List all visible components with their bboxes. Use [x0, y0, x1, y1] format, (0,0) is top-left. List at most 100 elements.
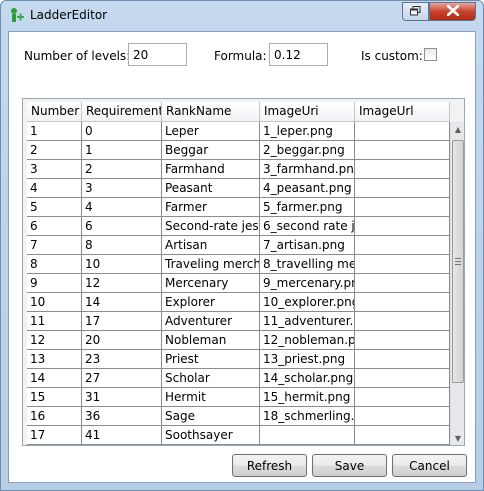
- cell-number[interactable]: 11: [27, 312, 82, 331]
- cell-imageurl[interactable]: [355, 179, 450, 198]
- refresh-button[interactable]: Refresh: [232, 454, 307, 477]
- cell-rankname[interactable]: Hermit: [162, 388, 260, 407]
- restore-button[interactable]: [402, 2, 429, 21]
- cell-requirement[interactable]: 23: [82, 350, 162, 369]
- cell-requirement[interactable]: 41: [82, 426, 162, 445]
- cell-requirement[interactable]: 1: [82, 141, 162, 160]
- cell-imageuri[interactable]: 15_hermit.png: [260, 388, 355, 407]
- table-row[interactable]: 810Traveling mercha8_travelling merc: [27, 255, 450, 274]
- cell-rankname[interactable]: Priest: [162, 350, 260, 369]
- cancel-button[interactable]: Cancel: [392, 454, 467, 477]
- cell-requirement[interactable]: 6: [82, 217, 162, 236]
- cell-imageuri[interactable]: [260, 426, 355, 445]
- cell-imageurl[interactable]: [355, 236, 450, 255]
- cell-rankname[interactable]: Peasant: [162, 179, 260, 198]
- table-row[interactable]: 2 1 Beggar 2_beggar.png: [27, 141, 450, 160]
- cell-imageurl[interactable]: [355, 255, 450, 274]
- cell-number[interactable]: 2: [27, 141, 82, 160]
- cell-requirement[interactable]: 17: [82, 312, 162, 331]
- chevron-up-icon[interactable]: ▲: [451, 122, 464, 136]
- cell-imageuri[interactable]: 9_mercenary.pnc: [260, 274, 355, 293]
- cell-imageuri[interactable]: 13_priest.png: [260, 350, 355, 369]
- column-header-imageurl[interactable]: ImageUrl: [355, 102, 450, 122]
- levels-input[interactable]: [128, 43, 187, 66]
- cell-imageuri[interactable]: 1_leper.png: [260, 122, 355, 141]
- cell-imageurl[interactable]: [355, 407, 450, 426]
- cell-number[interactable]: 8: [27, 255, 82, 274]
- table-row[interactable]: 10 14 Explorer 10_explorer.png: [27, 293, 450, 312]
- cell-imageurl[interactable]: [355, 350, 450, 369]
- column-header-requirement[interactable]: Requirement: [82, 102, 162, 122]
- cell-rankname[interactable]: Explorer: [162, 293, 260, 312]
- cell-requirement[interactable]: 14: [82, 293, 162, 312]
- table-row[interactable]: 14 27 Scholar 14_scholar.png: [27, 369, 450, 388]
- save-button[interactable]: Save: [312, 454, 387, 477]
- table-row[interactable]: 13 23 Priest 13_priest.png: [27, 350, 450, 369]
- cell-rankname[interactable]: Beggar: [162, 141, 260, 160]
- cell-imageurl[interactable]: [355, 217, 450, 236]
- cell-rankname[interactable]: Mercenary: [162, 274, 260, 293]
- table-row[interactable]: 1636Sage18_schmerling.pr: [27, 407, 450, 426]
- cell-number[interactable]: 5: [27, 198, 82, 217]
- cell-imageurl[interactable]: [355, 331, 450, 350]
- table-row[interactable]: 1117Adventurer11_adventurer.pr: [27, 312, 450, 331]
- cell-requirement[interactable]: 8: [82, 236, 162, 255]
- cell-rankname[interactable]: Soothsayer: [162, 426, 260, 445]
- cell-imageuri[interactable]: 4_peasant.png: [260, 179, 355, 198]
- cell-imageuri[interactable]: 18_schmerling.pr: [260, 407, 355, 426]
- cell-rankname[interactable]: Scholar: [162, 369, 260, 388]
- cell-imageurl[interactable]: [355, 122, 450, 141]
- cell-imageurl[interactable]: [355, 198, 450, 217]
- cell-imageuri[interactable]: 2_beggar.png: [260, 141, 355, 160]
- cell-rankname[interactable]: Second-rate jeste: [162, 217, 260, 236]
- column-header-rankname[interactable]: RankName: [162, 102, 260, 122]
- cell-rankname[interactable]: Sage: [162, 407, 260, 426]
- table-row[interactable]: 912Mercenary9_mercenary.pnc: [27, 274, 450, 293]
- table-row[interactable]: 15 31 Hermit 15_hermit.png: [27, 388, 450, 407]
- cell-requirement[interactable]: 2: [82, 160, 162, 179]
- cell-number[interactable]: 7: [27, 236, 82, 255]
- table-row[interactable]: 5 4 Farmer 5_farmer.png: [27, 198, 450, 217]
- cell-imageuri[interactable]: 6_second rate jes: [260, 217, 355, 236]
- cell-imageuri[interactable]: 7_artisan.png: [260, 236, 355, 255]
- ladder-grid[interactable]: Number Requirement RankName ImageUri Ima…: [22, 98, 465, 446]
- cell-rankname[interactable]: Nobleman: [162, 331, 260, 350]
- cell-imageuri[interactable]: 5_farmer.png: [260, 198, 355, 217]
- column-header-imageuri[interactable]: ImageUri: [260, 102, 355, 122]
- table-row[interactable]: 66Second-rate jeste6_second rate jes: [27, 217, 450, 236]
- vertical-scrollbar[interactable]: ▲ ▼: [450, 122, 464, 445]
- cell-imageuri[interactable]: 10_explorer.png: [260, 293, 355, 312]
- cell-rankname[interactable]: Farmer: [162, 198, 260, 217]
- table-row[interactable]: 17 41 Soothsayer: [27, 426, 450, 445]
- cell-imageurl[interactable]: [355, 312, 450, 331]
- table-row[interactable]: 3 2 Farmhand 3_farmhand.png: [27, 160, 450, 179]
- cell-requirement[interactable]: 0: [82, 122, 162, 141]
- cell-requirement[interactable]: 3: [82, 179, 162, 198]
- cell-imageurl[interactable]: [355, 160, 450, 179]
- cell-imageurl[interactable]: [355, 274, 450, 293]
- cell-rankname[interactable]: Traveling mercha: [162, 255, 260, 274]
- cell-number[interactable]: 13: [27, 350, 82, 369]
- cell-requirement[interactable]: 20: [82, 331, 162, 350]
- cell-number[interactable]: 9: [27, 274, 82, 293]
- cell-number[interactable]: 4: [27, 179, 82, 198]
- column-header-number[interactable]: Number: [27, 102, 82, 122]
- cell-rankname[interactable]: Artisan: [162, 236, 260, 255]
- cell-number[interactable]: 14: [27, 369, 82, 388]
- title-bar[interactable]: LadderEditor: [1, 1, 483, 31]
- cell-rankname[interactable]: Leper: [162, 122, 260, 141]
- cell-requirement[interactable]: 36: [82, 407, 162, 426]
- table-row[interactable]: 1 0 Leper 1_leper.png: [27, 122, 450, 141]
- cell-imageuri[interactable]: 14_scholar.png: [260, 369, 355, 388]
- cell-imageurl[interactable]: [355, 293, 450, 312]
- cell-requirement[interactable]: 4: [82, 198, 162, 217]
- custom-checkbox[interactable]: [424, 48, 437, 61]
- cell-number[interactable]: 16: [27, 407, 82, 426]
- scrollbar-thumb[interactable]: [452, 140, 464, 383]
- formula-input[interactable]: [269, 43, 328, 66]
- cell-requirement[interactable]: 31: [82, 388, 162, 407]
- cell-number[interactable]: 15: [27, 388, 82, 407]
- cell-rankname[interactable]: Farmhand: [162, 160, 260, 179]
- cell-imageurl[interactable]: [355, 426, 450, 445]
- close-button[interactable]: [429, 2, 476, 21]
